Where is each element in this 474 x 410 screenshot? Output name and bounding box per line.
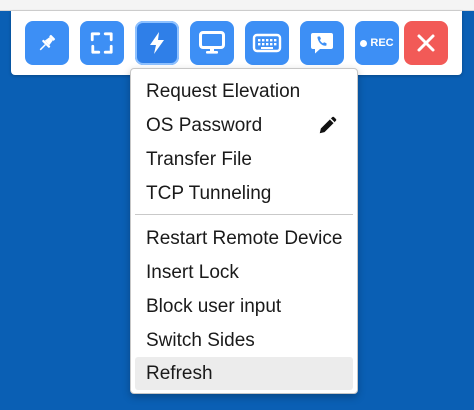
record-icon: REC	[360, 37, 394, 49]
chat-phone-icon	[311, 33, 333, 54]
keyboard-icon	[252, 33, 282, 53]
pencil-icon[interactable]	[317, 114, 339, 136]
menu-item-label: Block user input	[146, 295, 282, 317]
menu-separator	[135, 214, 353, 215]
menu-item-label: Restart Remote Device	[146, 227, 343, 249]
menu-item-block-user-input[interactable]: Block user input	[135, 290, 353, 323]
window-top-strip	[0, 0, 474, 11]
fullscreen-button[interactable]	[80, 21, 124, 65]
menu-item-request-elevation[interactable]: Request Elevation	[135, 75, 353, 108]
menu-item-label: Transfer File	[146, 148, 252, 170]
menu-item-label: Switch Sides	[146, 329, 255, 351]
monitor-icon	[199, 31, 225, 54]
session-toolbar: REC	[11, 11, 462, 75]
menu-item-restart-remote-device[interactable]: Restart Remote Device	[135, 222, 353, 255]
fullscreen-icon	[90, 32, 113, 54]
record-button[interactable]: REC	[355, 21, 399, 65]
lightning-icon	[150, 32, 164, 54]
keyboard-button[interactable]	[245, 21, 289, 65]
menu-item-os-password[interactable]: OS Password	[135, 109, 353, 142]
chat-button[interactable]	[300, 21, 344, 65]
actions-dropdown-menu: Request Elevation OS Password Transfer F…	[130, 68, 358, 394]
record-label: REC	[370, 37, 394, 49]
actions-button[interactable]	[135, 21, 179, 65]
close-session-button[interactable]	[404, 21, 448, 65]
menu-item-tcp-tunneling[interactable]: TCP Tunneling	[135, 177, 353, 210]
menu-item-label: Refresh	[146, 362, 213, 384]
menu-item-label: TCP Tunneling	[146, 182, 272, 204]
pin-icon	[39, 34, 56, 51]
close-icon	[417, 34, 435, 52]
menu-item-refresh[interactable]: Refresh	[135, 357, 353, 390]
pin-button[interactable]	[25, 21, 69, 65]
menu-item-label: Insert Lock	[146, 261, 239, 283]
menu-item-transfer-file[interactable]: Transfer File	[135, 143, 353, 176]
menu-item-label: OS Password	[146, 114, 263, 136]
display-button[interactable]	[190, 21, 234, 65]
menu-item-label: Request Elevation	[146, 80, 301, 102]
menu-item-insert-lock[interactable]: Insert Lock	[135, 256, 353, 289]
menu-item-switch-sides[interactable]: Switch Sides	[135, 324, 353, 357]
